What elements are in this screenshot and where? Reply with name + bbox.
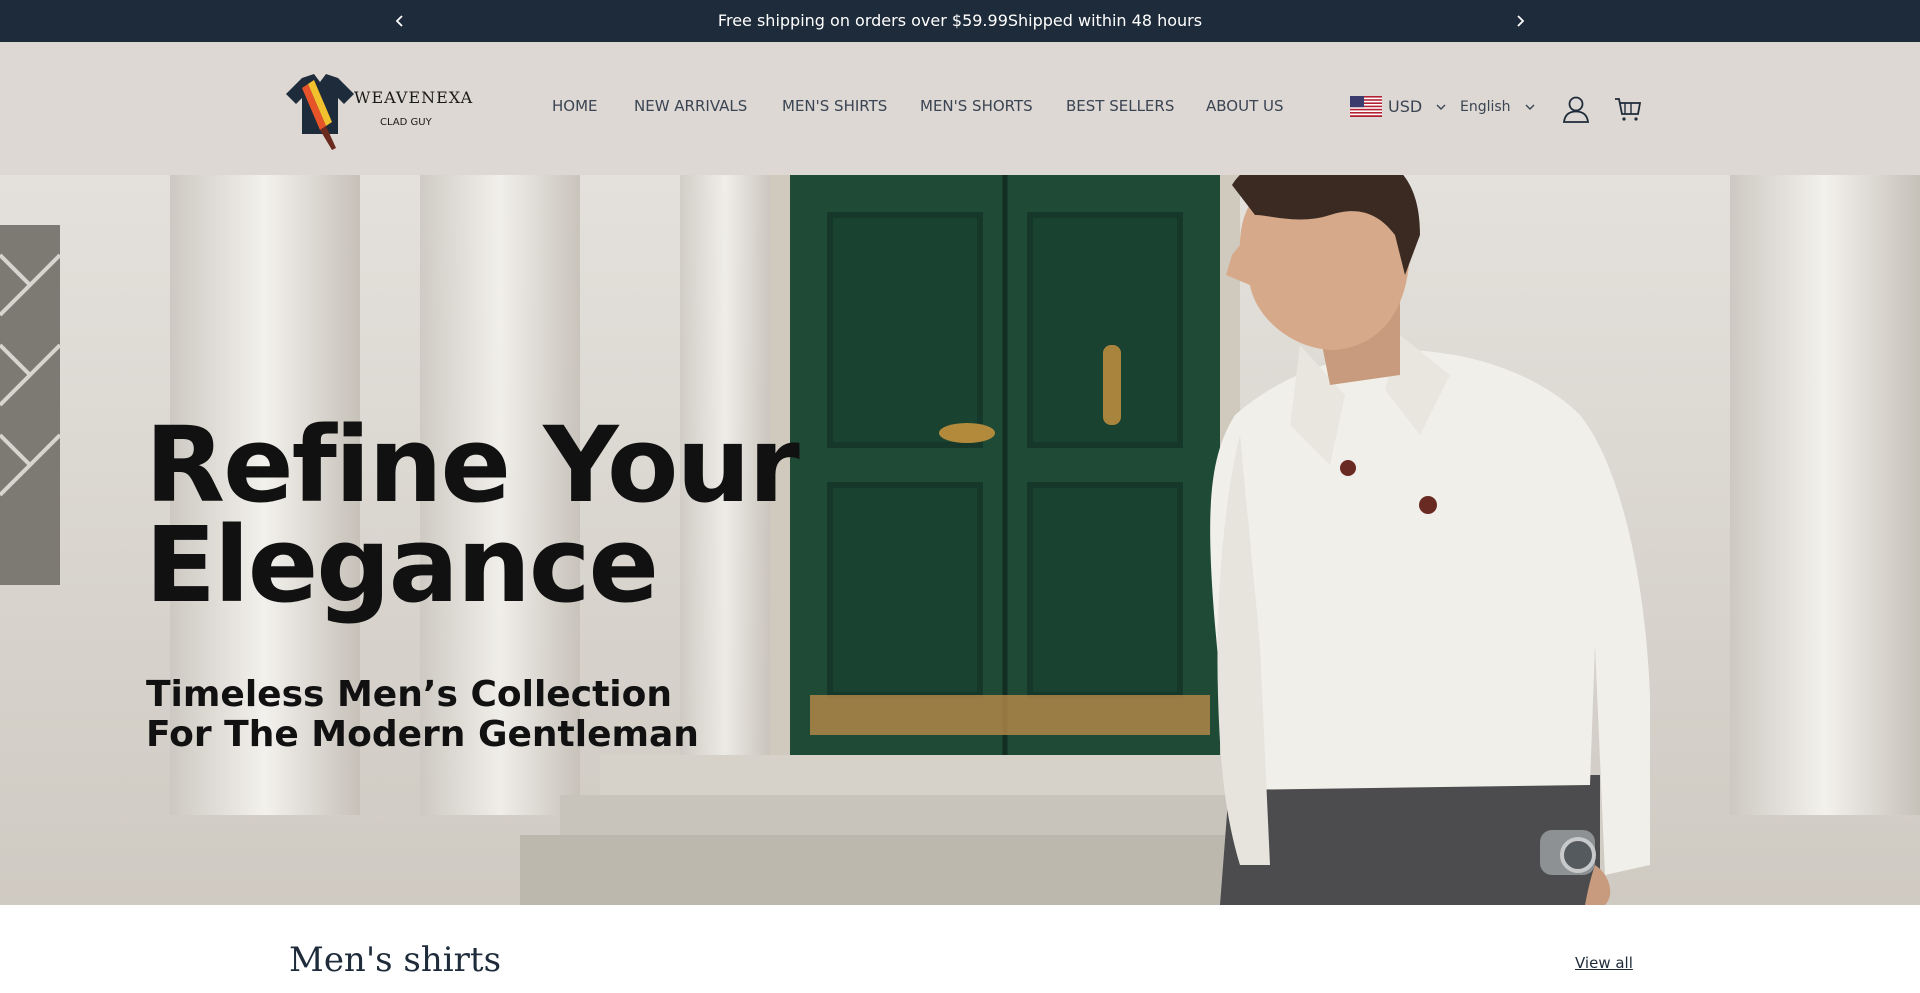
view-all-link[interactable]: View all (1575, 954, 1633, 972)
nav-about-us[interactable]: ABOUT US (1206, 97, 1284, 115)
announcement-bar: Free shipping on orders over $59.99Shipp… (0, 0, 1920, 42)
cart-icon[interactable] (1613, 94, 1643, 124)
nav-best-sellers[interactable]: BEST SELLERS (1066, 97, 1174, 115)
nav-mens-shirts[interactable]: MEN'S SHIRTS (782, 97, 887, 115)
hero-banner[interactable]: Refine Your Elegance Timeless Men’s Coll… (0, 175, 1920, 905)
hero-headline: Refine Your Elegance (145, 404, 800, 626)
announcement-text: Free shipping on orders over $59.99Shipp… (717, 11, 1203, 30)
brand-tagline: CLAD GUY (380, 117, 432, 128)
brand-name: WEAVENEXA (354, 88, 474, 107)
section-title: Men's shirts (289, 940, 502, 980)
chevron-down-icon (1436, 104, 1446, 110)
language-selector[interactable]: English (1460, 99, 1535, 115)
chevron-down-icon (1525, 104, 1535, 110)
hero-subheadline: Timeless Men’s Collection For The Modern… (146, 674, 699, 755)
us-flag-icon (1350, 96, 1382, 117)
nav-mens-shorts[interactable]: MEN'S SHORTS (920, 97, 1033, 115)
logo[interactable]: WEAVENEXA CLAD GUY (284, 72, 472, 152)
chevron-right-icon[interactable] (1508, 9, 1532, 33)
language-value: English (1460, 99, 1511, 115)
currency-selector[interactable]: USD (1350, 96, 1446, 117)
currency-value: USD (1388, 97, 1423, 116)
nav-home[interactable]: HOME (552, 97, 598, 115)
site-header: WEAVENEXA CLAD GUY HOME NEW ARRIVALS MEN… (0, 42, 1920, 175)
nav-new-arrivals[interactable]: NEW ARRIVALS (634, 97, 747, 115)
shirt-logo-icon (286, 74, 354, 150)
account-icon[interactable] (1561, 94, 1591, 124)
